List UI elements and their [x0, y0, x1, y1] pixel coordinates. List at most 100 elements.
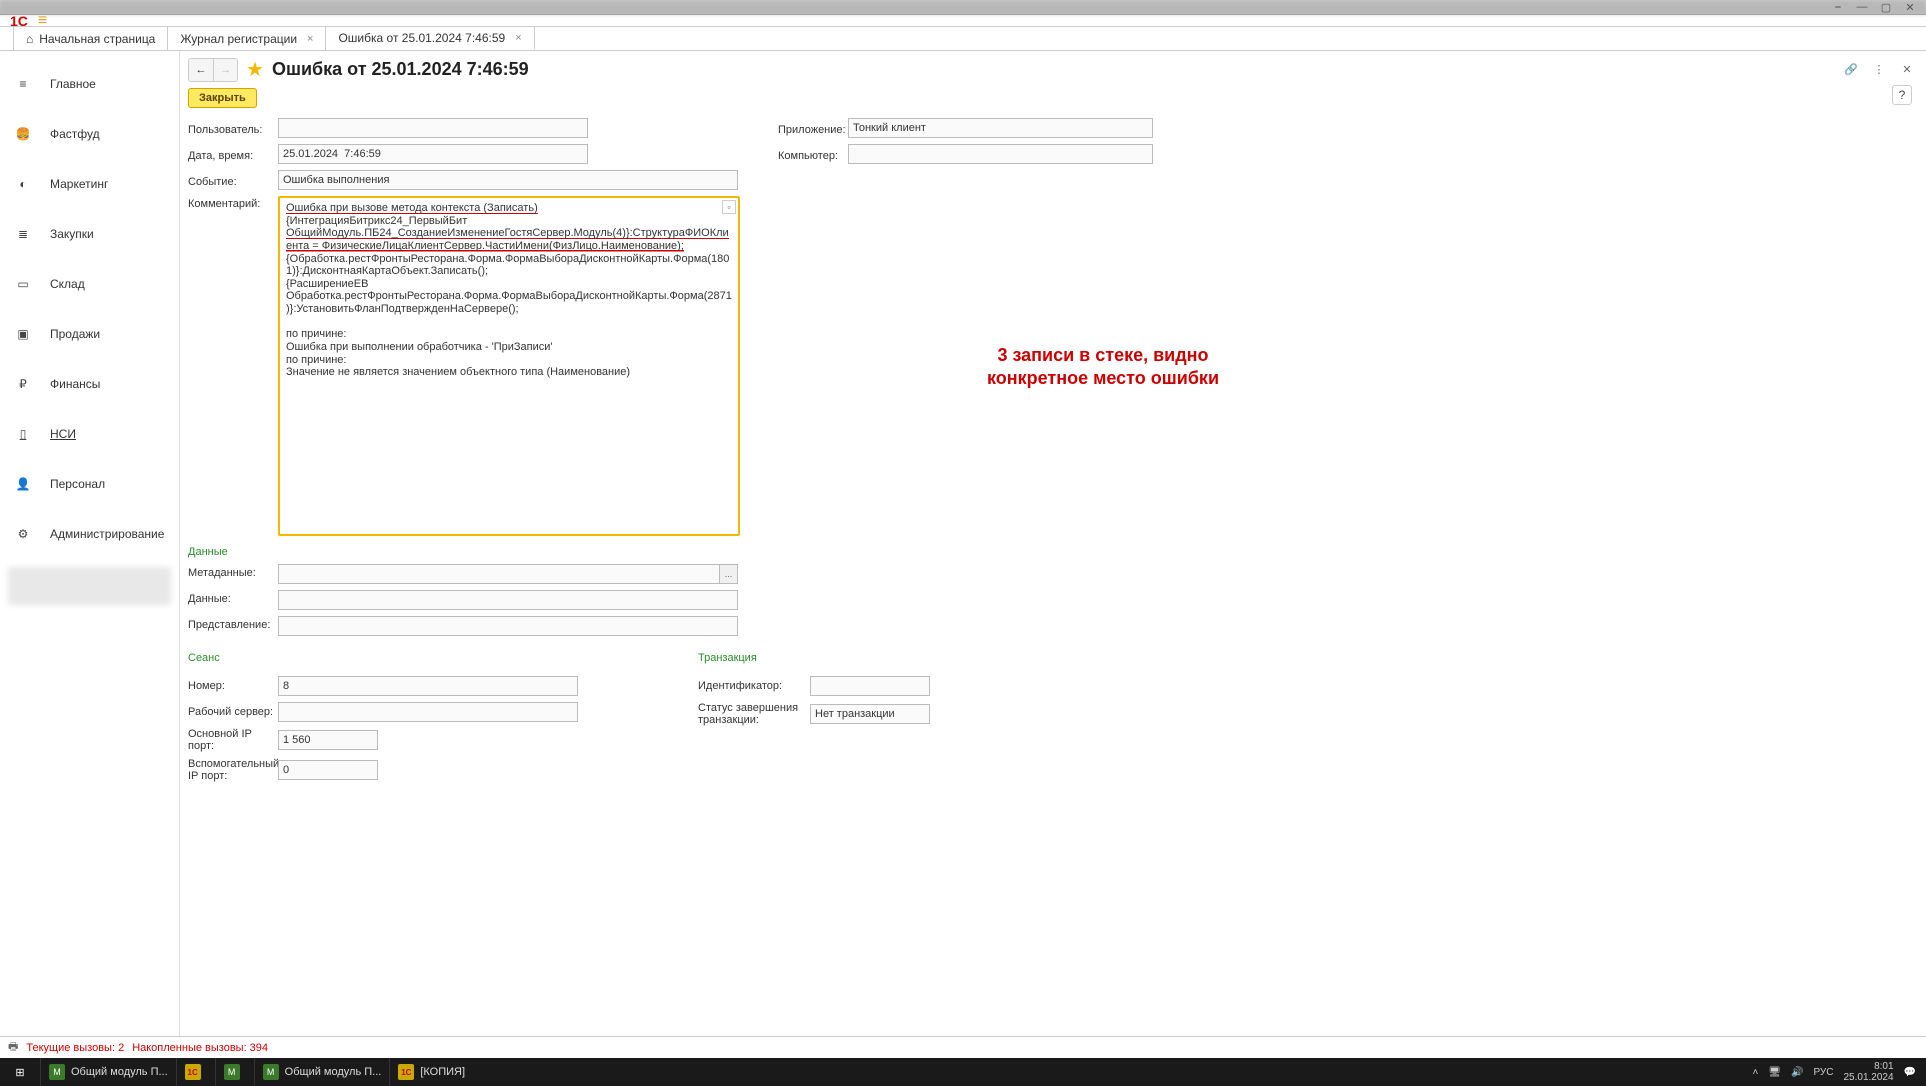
gear-icon: ⚙: [14, 525, 32, 543]
annotation-text: 3 записи в стеке, видно конкретное место…: [958, 344, 1248, 391]
sidebar-item-purchases[interactable]: ≣ Закупки: [0, 209, 179, 259]
win-minimize-icon[interactable]: —: [1854, 0, 1870, 14]
tab-error[interactable]: Ошибка от 25.01.2024 7:46:59 ×: [326, 27, 534, 50]
sidebar-item-label: Фастфуд: [50, 127, 100, 141]
sidebar-item-sales[interactable]: ▣Продажи: [0, 309, 179, 359]
sidebar-item-label: Финансы: [50, 377, 100, 391]
metadata-field[interactable]: [278, 564, 720, 584]
more-icon[interactable]: ⋮: [1870, 61, 1888, 79]
back-button[interactable]: ←: [189, 59, 213, 81]
doc-icon: ▯: [14, 425, 32, 443]
tabs-row: ⌂ Начальная страница Журнал регистрации …: [0, 27, 1926, 51]
win-maximize-icon[interactable]: ▢: [1878, 0, 1894, 14]
sidebar-item-label: Закупки: [50, 227, 94, 241]
comment-line: Ошибка при выполнении обработчика - 'При…: [286, 341, 553, 353]
forward-button[interactable]: →: [213, 59, 237, 81]
taskbar-item[interactable]: M: [215, 1058, 254, 1086]
sidebar-item-label: Маркетинг: [50, 177, 108, 191]
page-title: Ошибка от 25.01.2024 7:46:59: [272, 59, 1834, 80]
app-icon: M: [263, 1064, 279, 1080]
win-close-icon[interactable]: ✕: [1902, 0, 1918, 14]
sidebar-item-warehouse[interactable]: ▭Склад: [0, 259, 179, 309]
repr-field[interactable]: [278, 616, 738, 636]
sidebar: ≡ Главное 🍔Фастфуд ◐Маркетинг ≣ Закупки ▭С…: [0, 51, 180, 1036]
notification-icon[interactable]: 💬: [1904, 1067, 1916, 1078]
sidebar-item-label: НСИ: [50, 427, 76, 441]
comment-label: Комментарий:: [188, 196, 278, 210]
data-section-title: Данные: [188, 546, 1916, 558]
sidebar-item-label: Продажи: [50, 327, 100, 341]
trans-id-field[interactable]: [810, 676, 930, 696]
link-icon[interactable]: 🔗: [1842, 61, 1860, 79]
clock[interactable]: 8:01 25.01.2024: [1843, 1061, 1893, 1083]
win-option-icon[interactable]: ⎯: [1830, 0, 1846, 14]
sidebar-item-admin[interactable]: ⚙Администрирование: [0, 509, 179, 559]
person-icon: 👤: [14, 475, 32, 493]
user-field[interactable]: [278, 118, 588, 138]
star-icon[interactable]: ★: [246, 57, 264, 82]
app-icon: 1С: [398, 1064, 414, 1080]
close-icon[interactable]: ×: [307, 33, 313, 45]
content-header: ← → ★ Ошибка от 25.01.2024 7:46:59 🔗 ⋮ ✕: [188, 57, 1916, 82]
box-icon: ▭: [14, 275, 32, 293]
start-button[interactable]: ⊞: [0, 1058, 40, 1086]
close-button[interactable]: Закрыть: [188, 88, 257, 108]
server-field[interactable]: [278, 702, 578, 722]
trans-status-field[interactable]: [810, 704, 930, 724]
trans-status-label: Статус завершения транзакции:: [698, 702, 810, 726]
close-panel-icon[interactable]: ✕: [1898, 61, 1916, 79]
expand-icon[interactable]: ▫: [722, 200, 736, 214]
transaction-title: Транзакция: [698, 652, 930, 664]
event-label: Событие:: [188, 173, 278, 188]
taskbar-item[interactable]: MОбщий модуль П...: [254, 1058, 390, 1086]
chevron-up-icon[interactable]: ˄: [1752, 1067, 1758, 1078]
event-field[interactable]: [278, 170, 738, 190]
computer-field[interactable]: [848, 144, 1153, 164]
taskbar-item[interactable]: 1С[КОПИЯ]: [389, 1058, 473, 1086]
app-icon: M: [224, 1064, 240, 1080]
tab-label: Начальная страница: [39, 32, 155, 46]
lines-icon: ≡: [14, 75, 32, 93]
app-header: 1С ≡: [0, 15, 1926, 27]
sidebar-item-label: Главное: [50, 77, 96, 91]
session-num-field[interactable]: [278, 676, 578, 696]
session-title: Сеанс: [188, 652, 578, 664]
taskbar-item[interactable]: 1С: [176, 1058, 215, 1086]
ruble-icon: ₽: [14, 375, 32, 393]
clock-date: 25.01.2024: [1843, 1072, 1893, 1083]
app-field[interactable]: [848, 118, 1153, 138]
taskbar: ⊞ MОбщий модуль П... 1С M MОбщий модуль …: [0, 1058, 1926, 1086]
mainport-field[interactable]: [278, 730, 378, 750]
tab-home[interactable]: ⌂ Начальная страница: [14, 27, 168, 50]
network-icon[interactable]: 🖥: [1768, 1067, 1781, 1078]
window-titlebar: ⎯ — ▢ ✕: [0, 0, 1926, 15]
comment-textarea[interactable]: ▫Ошибка при вызове метода контекста (Зап…: [278, 196, 740, 536]
app-icon: M: [49, 1064, 65, 1080]
titlebar-blur: [0, 0, 1926, 14]
close-icon[interactable]: ×: [515, 32, 521, 44]
sidebar-item-fastfood[interactable]: 🍔Фастфуд: [0, 109, 179, 159]
lang-indicator[interactable]: РУС: [1813, 1067, 1833, 1078]
data-field[interactable]: [278, 590, 738, 610]
sidebar-item-nsi[interactable]: ▯ НСИ: [0, 409, 179, 459]
taskbar-item[interactable]: M Общий модуль П...: [40, 1058, 176, 1086]
taskbar-tray: ˄ 🖥 🔊 РУС 8:01 25.01.2024 💬: [1752, 1061, 1926, 1083]
sidebar-item-personnel[interactable]: 👤Персонал: [0, 459, 179, 509]
auxport-field[interactable]: [278, 760, 378, 780]
metadata-label: Метаданные:: [188, 564, 278, 584]
sidebar-item-finance[interactable]: ₽ Финансы: [0, 359, 179, 409]
data-label: Данные:: [188, 590, 278, 610]
datetime-field[interactable]: [278, 144, 588, 164]
sidebar-item-main[interactable]: ≡ Главное: [0, 59, 179, 109]
sidebar-item-marketing[interactable]: ◐Маркетинг: [0, 159, 179, 209]
sound-icon[interactable]: 🔊: [1791, 1067, 1803, 1078]
tab-log[interactable]: Журнал регистрации ×: [168, 27, 326, 50]
taskbar-label: Общий модуль П...: [71, 1066, 168, 1078]
ellipsis-icon[interactable]: ...: [720, 564, 738, 584]
comment-line: {ИнтеграцияБитрикс24_ПервыйБит: [286, 215, 467, 227]
clock-time: 8:01: [1843, 1061, 1893, 1072]
list-icon: ≣: [14, 225, 32, 243]
comment-line: Значение не является значением объектног…: [286, 366, 630, 378]
printer-icon[interactable]: 🖶: [8, 1038, 18, 1057]
help-button[interactable]: ?: [1892, 85, 1912, 105]
